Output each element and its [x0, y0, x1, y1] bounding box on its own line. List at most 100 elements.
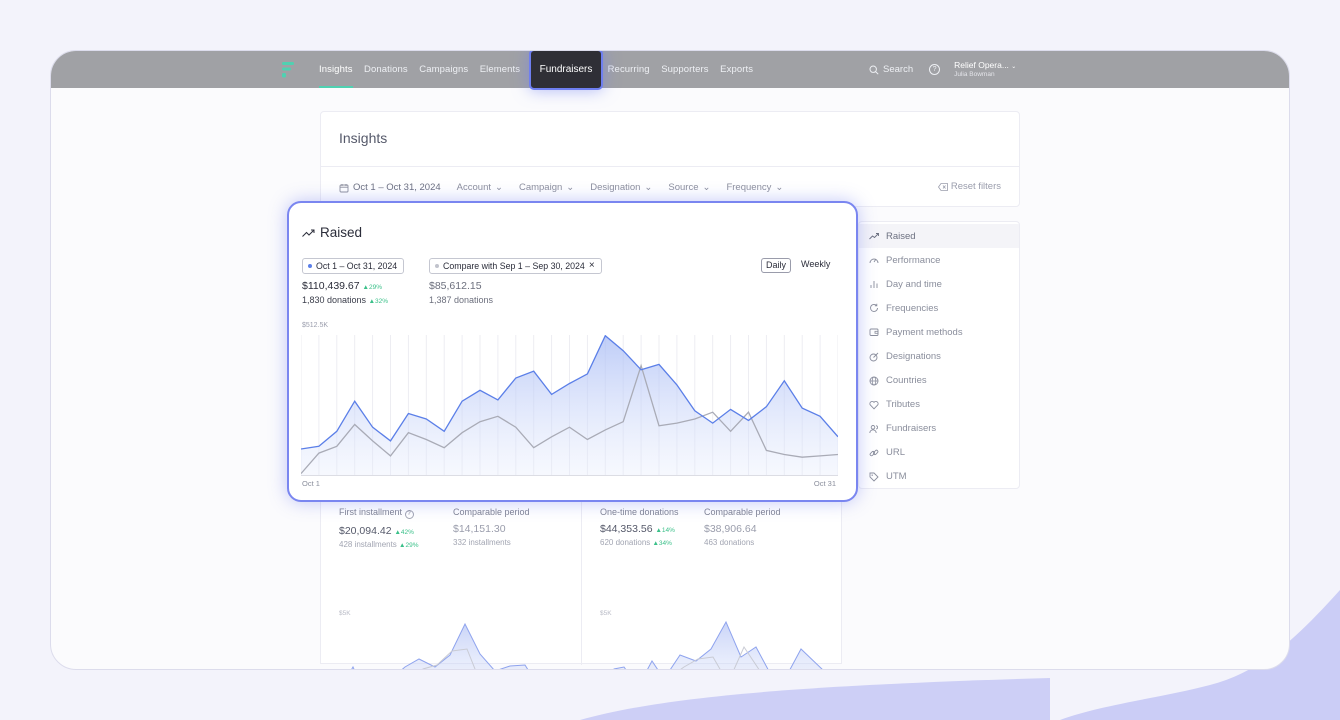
sidebar-item-frequencies[interactable]: Frequencies [859, 296, 1019, 320]
one-time-value-change: ▲14% [655, 527, 675, 534]
trend-icon [302, 229, 315, 237]
sidebar-item-tributes[interactable]: Tributes [859, 393, 1019, 417]
chevron-down-icon: ⌄ [566, 182, 575, 193]
nav-elements[interactable]: Elements [480, 51, 520, 88]
sidebar-item-label: Day and time [886, 278, 942, 290]
account-name: Relief Opera... [954, 59, 1009, 70]
search-button[interactable]: Search [869, 64, 913, 75]
current-donations: 1,830 donations ▲32% [302, 295, 388, 305]
installments-value: $20,094.42 [339, 525, 392, 537]
gauge-icon [869, 258, 879, 264]
source-filter[interactable]: Source ⌄ [668, 182, 710, 193]
y-axis-max-label: $512.5K [302, 322, 329, 329]
sidebar-item-label: UTM [886, 471, 907, 483]
current-series-dot [308, 264, 312, 268]
x-axis-end-label: Oct 31 [813, 479, 836, 488]
chevron-down-icon: ⌄ [495, 182, 503, 193]
account-user: Julia Bowman [954, 70, 995, 78]
sidebar-item-designations[interactable]: Designations [859, 344, 1019, 368]
account-filter[interactable]: Account ⌄ [457, 182, 503, 193]
compare-value: $14,151.30 [453, 523, 506, 535]
installments-value-change: ▲42% [394, 529, 414, 536]
compare-series-dot [435, 264, 439, 268]
filter-label: Frequency [726, 182, 772, 193]
sidebar-item-label: Raised [886, 230, 916, 242]
one-time-value: $44,353.56 [600, 523, 653, 535]
sidebar-item-day-and-time[interactable]: Day and time [859, 272, 1019, 296]
trend-icon [869, 233, 879, 240]
daily-toggle[interactable]: Daily [761, 258, 792, 273]
frequency-filter[interactable]: Frequency ⌄ [726, 182, 783, 193]
nav-donations[interactable]: Donations [364, 51, 408, 88]
calendar-icon [339, 183, 349, 192]
insights-header-card: Insights Oct 1 – Oct 31, 2024 Account ⌄ C… [320, 111, 1020, 207]
nav-campaigns[interactable]: Campaigns [419, 51, 468, 88]
one-time-mini-chart [613, 620, 823, 669]
chevron-down-icon: ⌄ [775, 182, 784, 193]
target-icon [869, 352, 879, 361]
x-axis-start-label: Oct 1 [302, 479, 320, 488]
globe-icon [869, 376, 879, 386]
compare-count: 463 donations [704, 538, 755, 547]
installments-label: First installment [339, 507, 403, 517]
help-icon[interactable]: ? [404, 510, 414, 519]
compare-total: $85,612.15 [429, 280, 482, 292]
heart-icon [869, 400, 879, 410]
users-icon [869, 424, 878, 433]
filter-label: Account [456, 182, 491, 193]
sidebar-item-label: URL [886, 447, 906, 459]
divider [581, 497, 582, 665]
sidebar-item-label: Fundraisers [886, 423, 937, 435]
designation-filter[interactable]: Designation ⌄ [590, 182, 652, 193]
reset-filters-button[interactable]: Reset filters [937, 181, 1001, 192]
nav-utilities: Search ? Relief Opera... ⌄ Julia Bowman [869, 51, 1016, 88]
sidebar-item-label: Performance [886, 254, 941, 266]
sidebar-item-label: Designations [886, 351, 941, 363]
sidebar-item-payment-methods[interactable]: Payment methods [859, 320, 1019, 344]
sidebar-item-utm[interactable]: UTM [859, 465, 1019, 489]
one-time-count-change: ▲34% [652, 540, 672, 547]
period-chip[interactable]: Oct 1 – Oct 31, 2024 [302, 258, 405, 274]
sidebar-item-fundraisers[interactable]: Fundraisers [859, 417, 1019, 441]
campaign-filter[interactable]: Campaign ⌄ [519, 182, 574, 193]
date-range-filter[interactable]: Oct 1 – Oct 31, 2024 [339, 182, 441, 193]
installments-compare-stats: Comparable period $14,151.30 332 install… [453, 507, 530, 547]
backspace-icon [937, 182, 948, 191]
sidebar-item-raised[interactable]: Raised [859, 224, 1019, 249]
one-time-count: 620 donations [600, 538, 651, 547]
nav-exports[interactable]: Exports [720, 51, 753, 88]
installments-mini-chart [351, 622, 529, 669]
chevron-down-icon: ⌄ [644, 182, 653, 193]
sidebar-item-label: Tributes [886, 399, 920, 411]
compare-chip[interactable]: Compare with Sep 1 – Sep 30, 2024 × [429, 258, 602, 274]
filter-label: Designation [590, 182, 641, 193]
chevron-down-icon: ⌄ [702, 182, 711, 193]
bars-icon [870, 281, 878, 289]
logo-icon [282, 62, 294, 78]
weekly-toggle[interactable]: Weekly [797, 258, 834, 273]
sidebar-item-performance[interactable]: Performance [859, 248, 1019, 272]
metrics-sidebar: Raised Performance Day and time Frequenc… [858, 221, 1020, 489]
nav-supporters[interactable]: Supporters [661, 51, 708, 88]
help-icon[interactable]: ? [929, 64, 941, 75]
sidebar-item-url[interactable]: URL [859, 441, 1019, 465]
current-donations-count: 1,830 donations [302, 295, 367, 305]
top-navigation-bar: Insights Donations Campaigns Elements Re… [51, 51, 1289, 88]
sidebar-item-countries[interactable]: Countries [859, 369, 1019, 393]
close-icon[interactable]: × [589, 259, 595, 273]
nav-fundraisers[interactable]: Fundraisers [529, 51, 603, 90]
tag-icon [869, 472, 879, 482]
link-icon [869, 449, 879, 457]
compare-chip-label: Compare with Sep 1 – Sep 30, 2024 [443, 261, 585, 271]
current-donations-change: ▲32% [368, 298, 389, 305]
sidebar-item-label: Payment methods [886, 326, 963, 338]
compare-donations: 1,387 donations [429, 295, 494, 305]
raised-title: Raised [302, 225, 362, 240]
installments-count-change: ▲29% [399, 542, 419, 549]
account-switcher[interactable]: Relief Opera... ⌄ Julia Bowman [954, 59, 1017, 78]
nav-insights[interactable]: Insights [319, 51, 353, 88]
nav-recurring[interactable]: Recurring [608, 51, 650, 88]
current-total: $110,439.67 ▲29% [302, 280, 382, 292]
chevron-down-icon: ⌄ [1011, 63, 1017, 70]
one-time-compare-stats: Comparable period $38,906.64 463 donatio… [704, 507, 781, 547]
